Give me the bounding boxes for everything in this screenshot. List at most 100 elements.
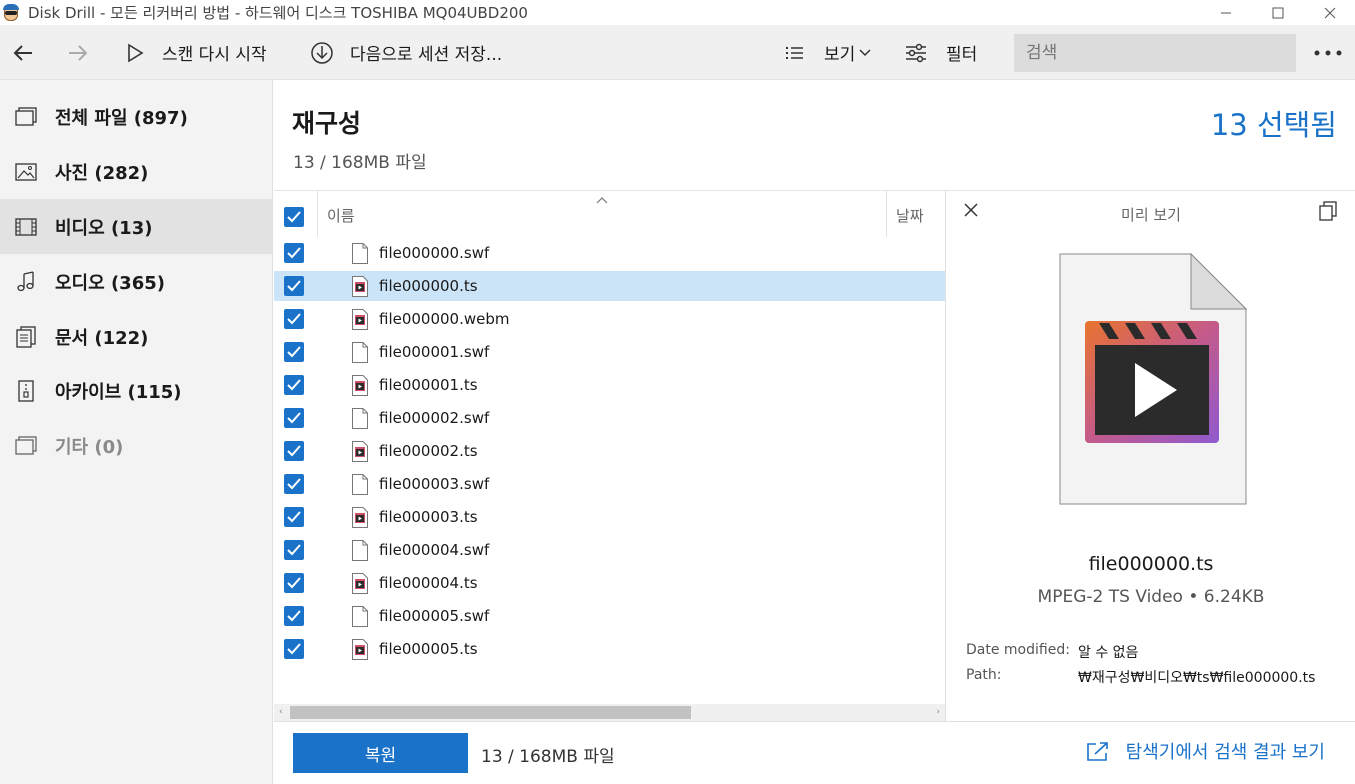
date-modified-value: 알 수 없음 (1078, 645, 1139, 661)
row-checkbox[interactable] (284, 573, 304, 593)
video-file-icon (352, 374, 368, 396)
column-header-name[interactable]: 이름 (327, 205, 355, 226)
sidebar-item-label: 기타 (0) (55, 436, 124, 458)
table-row[interactable]: file000002.swf (274, 403, 945, 433)
path-label: Path: (966, 667, 1002, 683)
maximize-icon[interactable] (1254, 0, 1302, 25)
scroll-left-icon[interactable]: ‹ (279, 704, 283, 721)
file-name: file000005.ts (379, 640, 478, 658)
sidebar-item-label: 문서 (122) (55, 327, 149, 349)
page-subtitle: 13 / 168MB 파일 (293, 153, 427, 173)
file-name: file000003.swf (379, 475, 490, 493)
row-checkbox[interactable] (284, 243, 304, 263)
file-icon (352, 605, 368, 627)
more-icon (1314, 50, 1342, 56)
table-row[interactable]: file000005.ts (274, 634, 945, 664)
sidebar-item-documents[interactable]: 문서 (122) (0, 309, 272, 364)
title-bar: Disk Drill - 모든 리커버리 방법 - 하드웨어 디스크 TOSHI… (0, 0, 1355, 25)
horizontal-scrollbar[interactable]: ‹ › (274, 704, 945, 721)
sidebar-item-label: 사진 (282) (55, 162, 149, 184)
sidebar-item-archives[interactable]: 아카이브 (115) (0, 363, 272, 418)
select-all-checkbox[interactable] (284, 207, 304, 227)
more-button[interactable] (1314, 25, 1342, 80)
row-checkbox[interactable] (284, 540, 304, 560)
table-row[interactable]: file000001.swf (274, 337, 945, 367)
table-row[interactable]: file000000.ts (274, 271, 945, 301)
sidebar-item-photos[interactable]: 사진 (282) (0, 144, 272, 199)
preview-title: 미리 보기 (1121, 206, 1181, 224)
table-row[interactable]: file000004.swf (274, 535, 945, 565)
sidebar-item-label: 전체 파일 (897) (55, 107, 188, 129)
row-checkbox[interactable] (284, 309, 304, 329)
chevron-down-icon (859, 48, 871, 57)
row-checkbox[interactable] (284, 408, 304, 428)
selected-count: 13 선택됨 (1210, 108, 1337, 142)
row-checkbox[interactable] (284, 342, 304, 362)
sidebar-item-audio[interactable]: 오디오 (365) (0, 254, 272, 309)
copy-icon[interactable] (1319, 201, 1337, 221)
play-icon (126, 43, 144, 63)
row-checkbox[interactable] (284, 441, 304, 461)
table-row[interactable]: file000005.swf (274, 601, 945, 631)
preview-file-meta: MPEG-2 TS Video • 6.24KB (1037, 587, 1265, 607)
back-button[interactable] (12, 25, 34, 80)
show-in-explorer-link[interactable]: 탐색기에서 검색 결과 보기 (1086, 738, 1325, 764)
sidebar-item-label: 오디오 (365) (55, 272, 165, 294)
row-checkbox[interactable] (284, 606, 304, 626)
table-row[interactable]: file000000.webm (274, 304, 945, 334)
table-row[interactable]: file000001.ts (274, 370, 945, 400)
table-header: 이름 날짜 (274, 191, 945, 237)
minimize-icon[interactable] (1202, 0, 1250, 25)
column-divider (317, 191, 318, 237)
search-input[interactable] (1014, 34, 1296, 72)
external-link-icon (1086, 741, 1110, 761)
sidebar-item-label: 비디오 (13) (55, 217, 153, 239)
scroll-right-icon[interactable]: › (936, 704, 940, 721)
table-row[interactable]: file000003.ts (274, 502, 945, 532)
path-value: ₩재구성₩비디오₩ts₩file000000.ts (1078, 670, 1316, 686)
video-file-preview-icon (1059, 252, 1248, 505)
recover-button[interactable]: 복원 (293, 733, 468, 773)
file-icon (352, 473, 368, 495)
sidebar-item-all-files[interactable]: 전체 파일 (897) (0, 89, 272, 144)
rescan-button[interactable]: 스캔 다시 시작 (126, 25, 267, 80)
column-header-date[interactable]: 날짜 (896, 205, 924, 226)
row-checkbox[interactable] (284, 474, 304, 494)
row-checkbox[interactable] (284, 276, 304, 296)
sidebar-item-label: 아카이브 (115) (55, 381, 182, 403)
file-name: file000001.ts (379, 376, 478, 394)
file-name: file000001.swf (379, 343, 490, 361)
forward-button[interactable] (67, 25, 89, 80)
filter-button[interactable]: 필터 (905, 25, 977, 80)
sidebar-item-other[interactable]: 기타 (0) (0, 418, 272, 473)
toolbar: 스캔 다시 시작 다음으로 세션 저장... 보기 필터 (0, 25, 1355, 80)
row-checkbox[interactable] (284, 375, 304, 395)
table-row[interactable]: file000000.swf (274, 238, 945, 268)
file-name: file000003.ts (379, 508, 478, 526)
file-icon (352, 407, 368, 429)
row-checkbox[interactable] (284, 507, 304, 527)
date-modified-label: Date modified: (966, 642, 1070, 658)
other-icon (14, 434, 38, 458)
column-divider (886, 191, 887, 237)
page-title: 재구성 (292, 109, 362, 138)
file-name: file000004.swf (379, 541, 490, 559)
music-icon (14, 270, 38, 294)
table-row[interactable]: file000003.swf (274, 469, 945, 499)
rescan-label: 스캔 다시 시작 (162, 45, 267, 65)
view-button[interactable]: 보기 (786, 25, 871, 80)
scrollbar-thumb[interactable] (290, 706, 691, 719)
table-row[interactable]: file000002.ts (274, 436, 945, 466)
row-checkbox[interactable] (284, 639, 304, 659)
file-name: file000000.ts (379, 277, 478, 295)
table-row[interactable]: file000004.ts (274, 568, 945, 598)
close-icon[interactable] (1306, 0, 1354, 25)
file-icon (352, 242, 368, 264)
save-session-button[interactable]: 다음으로 세션 저장... (310, 25, 502, 80)
arrow-right-icon (67, 42, 89, 64)
sidebar-item-video[interactable]: 비디오 (13) (0, 199, 272, 254)
file-name: file000000.webm (379, 310, 510, 328)
file-name: file000002.ts (379, 442, 478, 460)
file-icon (352, 539, 368, 561)
video-file-icon (352, 638, 368, 660)
